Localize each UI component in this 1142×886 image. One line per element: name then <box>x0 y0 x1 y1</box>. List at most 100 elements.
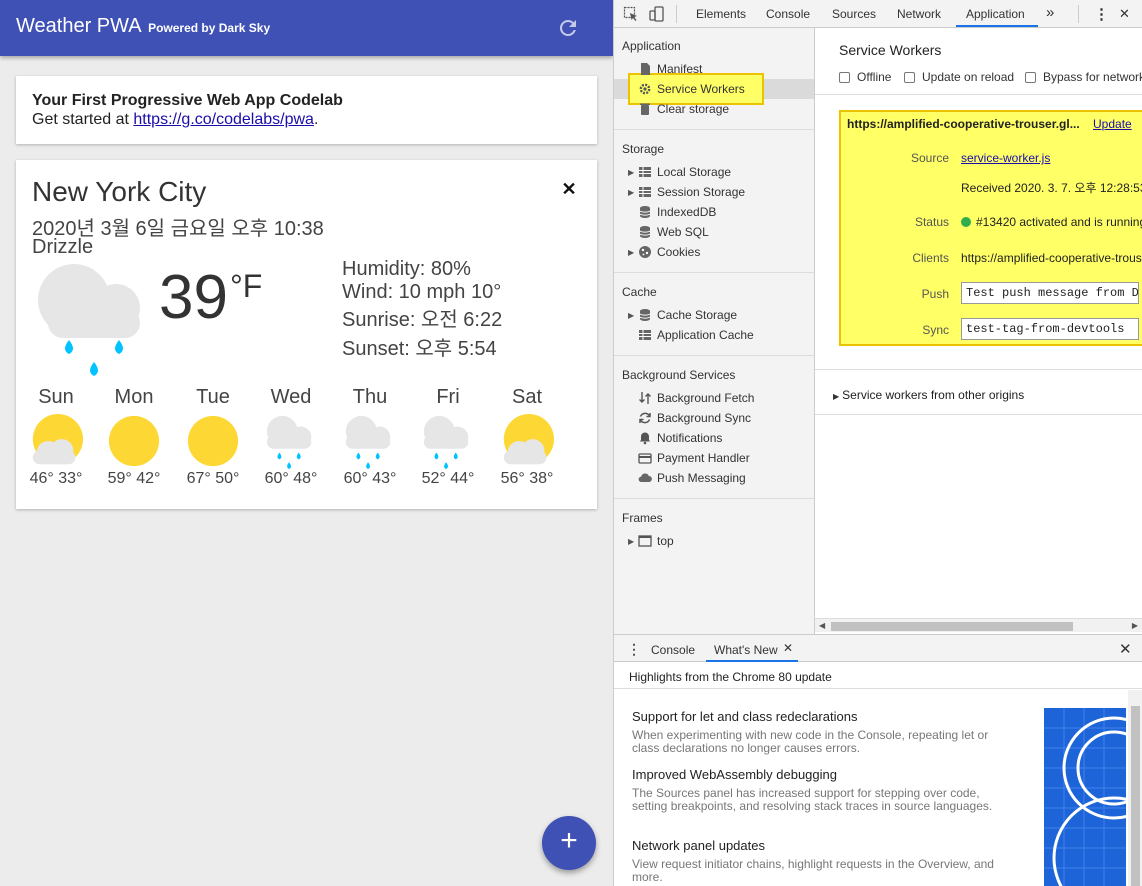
devtools-menu-icon[interactable]: ⋮ <box>1094 5 1109 23</box>
drawer-tab-console[interactable]: Console <box>651 643 695 657</box>
update-on-reload-checkbox[interactable]: Update on reload <box>904 70 1014 84</box>
more-tabs-icon[interactable]: » <box>1046 4 1054 21</box>
whats-new-item-title[interactable]: Network panel updates <box>632 838 765 853</box>
cloud-icon <box>638 473 652 483</box>
tab-elements[interactable]: Elements <box>696 7 746 21</box>
scrollbar-thumb[interactable] <box>831 622 1073 631</box>
sidebar-item-session-storage[interactable]: ▶ Session Storage <box>628 182 745 202</box>
sidebar-item-local-storage[interactable]: ▶ Local Storage <box>628 162 731 182</box>
codelab-link[interactable]: https://g.co/codelabs/pwa <box>133 111 314 128</box>
bell-icon <box>639 432 651 445</box>
offline-checkbox[interactable]: Offline <box>839 70 891 84</box>
sidebar-item-service-workers[interactable]: Service Workers <box>628 79 745 99</box>
sidebar-item-push-messaging[interactable]: Push Messaging <box>628 468 746 488</box>
forecast-day-name: Sun <box>38 386 74 408</box>
sidebar-item-label: Service Workers <box>657 82 745 96</box>
update-link[interactable]: Update <box>1093 117 1132 131</box>
sidebar-item-frame-top[interactable]: ▶ top <box>628 531 674 551</box>
sidebar-divider <box>614 129 814 130</box>
partly-cloudy-icon <box>503 414 555 465</box>
sidebar-item-cache-storage[interactable]: ▶ Cache Storage <box>628 305 737 325</box>
expand-arrow-icon[interactable]: ▶ <box>628 248 638 257</box>
push-message-input[interactable]: Test push message from De <box>961 282 1139 304</box>
tab-console[interactable]: Console <box>766 7 810 21</box>
checkbox-box[interactable] <box>839 71 850 83</box>
app-title-text: Weather PWA <box>16 15 141 37</box>
sync-tag-input[interactable]: test-tag-from-devtools <box>961 318 1139 340</box>
frame-icon <box>638 535 652 547</box>
whats-new-item-title[interactable]: Support for let and class redeclarations <box>632 709 857 724</box>
sidebar-item-clear-storage[interactable]: Clear storage <box>628 99 729 119</box>
weather-card: New York City ✕ 2020년 3월 6일 금요일 오후 10:38… <box>16 160 597 509</box>
intro-title: Your First Progressive Web App Codelab <box>32 92 343 109</box>
forecast-day-name: Wed <box>270 386 312 408</box>
source-link[interactable]: service-worker.js <box>961 151 1050 165</box>
sunset: Sunset: 오후 5:54 <box>342 338 497 360</box>
rain-icon <box>345 415 391 470</box>
sidebar-item-label: Session Storage <box>657 185 746 199</box>
scroll-right-icon[interactable]: ▶ <box>1132 621 1138 630</box>
bypass-for-network-checkbox[interactable]: Bypass for network <box>1025 70 1142 84</box>
device-toolbar-icon[interactable] <box>649 6 665 22</box>
close-icon[interactable]: ✕ <box>560 180 578 198</box>
sidebar-item-background-fetch[interactable]: Background Fetch <box>628 388 754 408</box>
sidebar-item-web-sql[interactable]: Web SQL <box>628 222 709 242</box>
tab-sources[interactable]: Sources <box>832 7 876 21</box>
tab-application[interactable]: Application <box>966 7 1025 21</box>
sidebar-section-application: Application <box>622 39 681 53</box>
tab-network[interactable]: Network <box>897 7 941 21</box>
forecast-day-name: Sat <box>511 386 543 408</box>
sidebar-item-label: Payment Handler <box>657 451 750 465</box>
whats-new-headline: Highlights from the Chrome 80 update <box>629 670 832 684</box>
sidebar-item-notifications[interactable]: Notifications <box>628 428 722 448</box>
checkbox-box[interactable] <box>1025 71 1036 83</box>
expand-arrow-icon[interactable]: ▶ <box>628 311 638 320</box>
sidebar-item-cookies[interactable]: ▶ Cookies <box>628 242 700 262</box>
inspect-element-icon[interactable] <box>623 6 639 22</box>
forecast-day: Sun 46° 33° <box>17 386 95 488</box>
drawer-tab-whats-new[interactable]: What's New <box>714 643 778 657</box>
close-tab-icon[interactable]: ✕ <box>783 641 793 655</box>
sidebar-item-payment-handler[interactable]: Payment Handler <box>628 448 750 468</box>
other-origins-toggle[interactable]: ▶ Service workers from other origins <box>833 388 1024 402</box>
sun-icon <box>108 415 160 467</box>
checkbox-box[interactable] <box>904 71 915 83</box>
forecast-temps: 46° 33° <box>29 470 83 487</box>
add-city-button[interactable]: + <box>542 816 596 870</box>
source-label: Source <box>910 151 949 165</box>
forecast-day: Fri 52° 44° <box>409 386 487 488</box>
forecast-day: Thu 60° 43° <box>331 386 409 488</box>
drawer-scrollbar[interactable] <box>1128 690 1142 886</box>
scrollbar-thumb[interactable] <box>1131 706 1140 886</box>
grid-icon <box>639 187 651 197</box>
horizontal-scrollbar[interactable]: ◀ ▶ <box>815 618 1142 632</box>
temperature-unit: °F <box>230 268 263 304</box>
sidebar-item-label: Background Sync <box>657 411 752 425</box>
expand-arrow-icon[interactable]: ▶ <box>628 537 638 546</box>
application-sidebar: Application Manifest Service Workers Cle… <box>614 28 815 634</box>
sidebar-item-indexeddb[interactable]: IndexedDB <box>628 202 716 222</box>
sidebar-item-manifest[interactable]: Manifest <box>628 59 702 79</box>
sunrise: Sunrise: 오전 6:22 <box>342 309 503 331</box>
other-origins-label: Service workers from other origins <box>842 388 1025 402</box>
devtools-close-icon[interactable]: ✕ <box>1119 6 1130 22</box>
drawer-divider <box>614 688 1142 689</box>
sidebar-item-application-cache[interactable]: Application Cache <box>628 325 754 345</box>
drawer-menu-icon[interactable]: ⋮ <box>627 641 641 658</box>
refresh-icon[interactable] <box>556 16 580 40</box>
drawer-close-icon[interactable]: ✕ <box>1119 640 1132 658</box>
scroll-left-icon[interactable]: ◀ <box>819 621 825 630</box>
panel-divider <box>815 94 1142 95</box>
expand-arrow-icon[interactable]: ▶ <box>628 188 638 197</box>
sidebar-item-background-sync[interactable]: Background Sync <box>628 408 751 428</box>
forecast-temps: 67° 50° <box>186 470 240 487</box>
status-label: Status <box>914 215 949 229</box>
devtools-tabbar: Elements Console Sources Network Applica… <box>614 0 1142 28</box>
sidebar-item-label: IndexedDB <box>657 205 717 219</box>
service-worker-entry: https://amplified-cooperative-trouser.gl… <box>839 110 1142 346</box>
expand-arrow-icon[interactable]: ▶ <box>628 168 638 177</box>
whats-new-item-title[interactable]: Improved WebAssembly debugging <box>632 767 837 782</box>
sidebar-section-frames: Frames <box>622 511 663 525</box>
forecast-day: Tue 67° 50° <box>174 386 252 488</box>
intro-card: Your First Progressive Web App Codelab G… <box>16 76 597 144</box>
